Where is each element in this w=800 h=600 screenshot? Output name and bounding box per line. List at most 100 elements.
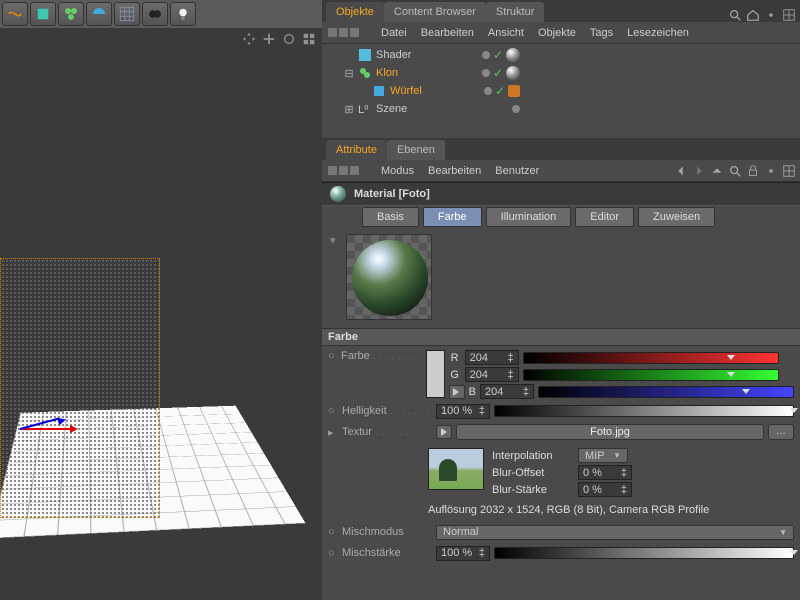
pin-icon[interactable] <box>764 8 778 22</box>
slider-mischstaerke[interactable] <box>494 547 794 559</box>
home-icon[interactable] <box>746 8 760 22</box>
mattab-illumination[interactable]: Illumination <box>486 207 572 227</box>
visibility-dot[interactable] <box>484 87 492 95</box>
tree-row-klon[interactable]: ⊟ Klon ✓ <box>330 64 800 82</box>
tree-label[interactable]: Shader <box>376 49 411 61</box>
panel-menu-icon[interactable] <box>782 8 796 22</box>
objects-menu-bar: Datei Bearbeiten Ansicht Objekte Tags Le… <box>322 22 800 44</box>
panel-menu-icon[interactable] <box>782 164 796 178</box>
tool-light[interactable] <box>170 2 196 26</box>
anim-dot-icon[interactable]: ○ <box>328 350 337 362</box>
menu-objekte[interactable]: Objekte <box>538 27 576 39</box>
tree-row-wuerfel[interactable]: Würfel ✓ <box>330 82 800 100</box>
input-helligkeit[interactable]: 100 %‡ <box>436 404 490 419</box>
vp-zoom-icon[interactable] <box>262 32 276 46</box>
expander-icon[interactable]: ⊞ <box>344 103 354 116</box>
tree-label[interactable]: Würfel <box>390 85 422 97</box>
visibility-dot[interactable] <box>482 51 490 59</box>
input-r[interactable]: 204‡ <box>465 350 519 365</box>
input-blur-offset[interactable]: 0 %‡ <box>578 465 632 480</box>
mattab-farbe[interactable]: Farbe <box>423 207 482 227</box>
menu-ansicht[interactable]: Ansicht <box>488 27 524 39</box>
vp-maximize-icon[interactable] <box>302 32 316 46</box>
layout-icons[interactable] <box>328 166 359 175</box>
tool-floor[interactable] <box>114 2 140 26</box>
tree-label[interactable]: Szene <box>376 103 407 115</box>
visibility-dot[interactable] <box>482 69 490 77</box>
nav-up-icon[interactable] <box>710 164 724 178</box>
tab-ebenen[interactable]: Ebenen <box>387 140 445 160</box>
tree-label[interactable]: Klon <box>376 67 398 79</box>
layout-icons[interactable] <box>328 28 359 37</box>
tool-deform[interactable] <box>2 2 28 26</box>
tool-cube[interactable] <box>30 2 56 26</box>
vp-rotate-icon[interactable] <box>282 32 296 46</box>
input-blur-staerke[interactable]: 0 %‡ <box>578 482 632 497</box>
menu-datei[interactable]: Datei <box>381 27 407 39</box>
color-swatch[interactable] <box>426 350 444 398</box>
input-mischstaerke[interactable]: 100 %‡ <box>436 546 490 561</box>
tool-camera[interactable] <box>142 2 168 26</box>
tool-mograph[interactable] <box>58 2 84 26</box>
expander-icon[interactable]: ⊟ <box>344 67 354 80</box>
material-tag-icon[interactable] <box>506 48 520 62</box>
menu-lesezeichen[interactable]: Lesezeichen <box>627 27 689 39</box>
selected-object[interactable] <box>0 258 160 518</box>
anim-dot-icon[interactable]: ○ <box>328 547 338 559</box>
dropdown-interpolation[interactable]: MIP▼ <box>578 448 628 463</box>
viewport[interactable] <box>0 28 322 600</box>
mattab-zuweisen[interactable]: Zuweisen <box>638 207 715 227</box>
anim-dot-icon[interactable]: ○ <box>328 405 338 417</box>
material-preview-row: ▾ <box>322 228 800 328</box>
menu-bearbeiten[interactable]: Bearbeiten <box>421 27 474 39</box>
menu-modus[interactable]: Modus <box>381 165 414 177</box>
menu-bearbeiten-attr[interactable]: Bearbeiten <box>428 165 481 177</box>
browse-button[interactable]: ... <box>768 424 794 440</box>
mattab-editor[interactable]: Editor <box>575 207 634 227</box>
label-blur-staerke: Blur-Stärke <box>492 484 572 496</box>
slider-g[interactable] <box>523 369 779 381</box>
tab-content-browser[interactable]: Content Browser <box>384 2 486 22</box>
slider-r[interactable] <box>523 352 779 364</box>
visibility-dot[interactable] <box>512 105 520 113</box>
menu-tags[interactable]: Tags <box>590 27 613 39</box>
material-preview[interactable] <box>346 234 432 320</box>
label-interpolation: Interpolation <box>492 450 572 462</box>
tab-objekte[interactable]: Objekte <box>326 2 384 22</box>
tool-subdiv[interactable] <box>86 2 112 26</box>
anim-dot-icon[interactable]: ○ <box>328 526 338 538</box>
nav-back-icon[interactable] <box>674 164 688 178</box>
pin-icon[interactable] <box>764 164 778 178</box>
texture-menu-btn[interactable] <box>436 425 452 439</box>
lock-icon[interactable] <box>746 164 760 178</box>
enable-check-icon[interactable]: ✓ <box>493 48 503 62</box>
input-b[interactable]: 204‡ <box>480 384 534 399</box>
tab-attribute[interactable]: Attribute <box>326 140 387 160</box>
texture-tag-icon[interactable] <box>508 85 520 97</box>
nav-fwd-icon[interactable] <box>692 164 706 178</box>
tree-row-shader[interactable]: Shader ✓ <box>330 46 800 64</box>
dropdown-mischmodus[interactable]: Normal▼ <box>436 525 794 540</box>
search-icon[interactable] <box>728 8 742 22</box>
svg-text:L⁰: L⁰ <box>358 104 369 116</box>
color-picker-btn[interactable] <box>449 385 465 399</box>
enable-check-icon[interactable]: ✓ <box>493 66 503 80</box>
mattab-basis[interactable]: Basis <box>362 207 419 227</box>
disclosure-icon[interactable]: ▸ <box>328 426 338 439</box>
disclosure-icon[interactable]: ▾ <box>330 234 342 247</box>
slider-b[interactable] <box>538 386 794 398</box>
slider-helligkeit[interactable] <box>494 405 794 417</box>
prop-farbe: ○ Farbe R 204‡ G 204‡ B 204‡ <box>328 350 794 399</box>
search-icon[interactable] <box>728 164 742 178</box>
menu-benutzer[interactable]: Benutzer <box>495 165 539 177</box>
tree-row-szene[interactable]: ⊞ L⁰ Szene <box>330 100 800 118</box>
texture-name-field[interactable]: Foto.jpg <box>456 424 764 440</box>
material-tag-icon[interactable] <box>506 66 520 80</box>
texture-thumbnail[interactable] <box>428 448 484 490</box>
input-g[interactable]: 204‡ <box>465 367 519 382</box>
tab-struktur[interactable]: Struktur <box>486 2 545 22</box>
enable-check-icon[interactable]: ✓ <box>495 84 505 98</box>
attr-tab-bar: Attribute Ebenen <box>322 138 800 160</box>
material-ball-icon <box>330 186 346 202</box>
vp-move-icon[interactable] <box>242 32 256 46</box>
